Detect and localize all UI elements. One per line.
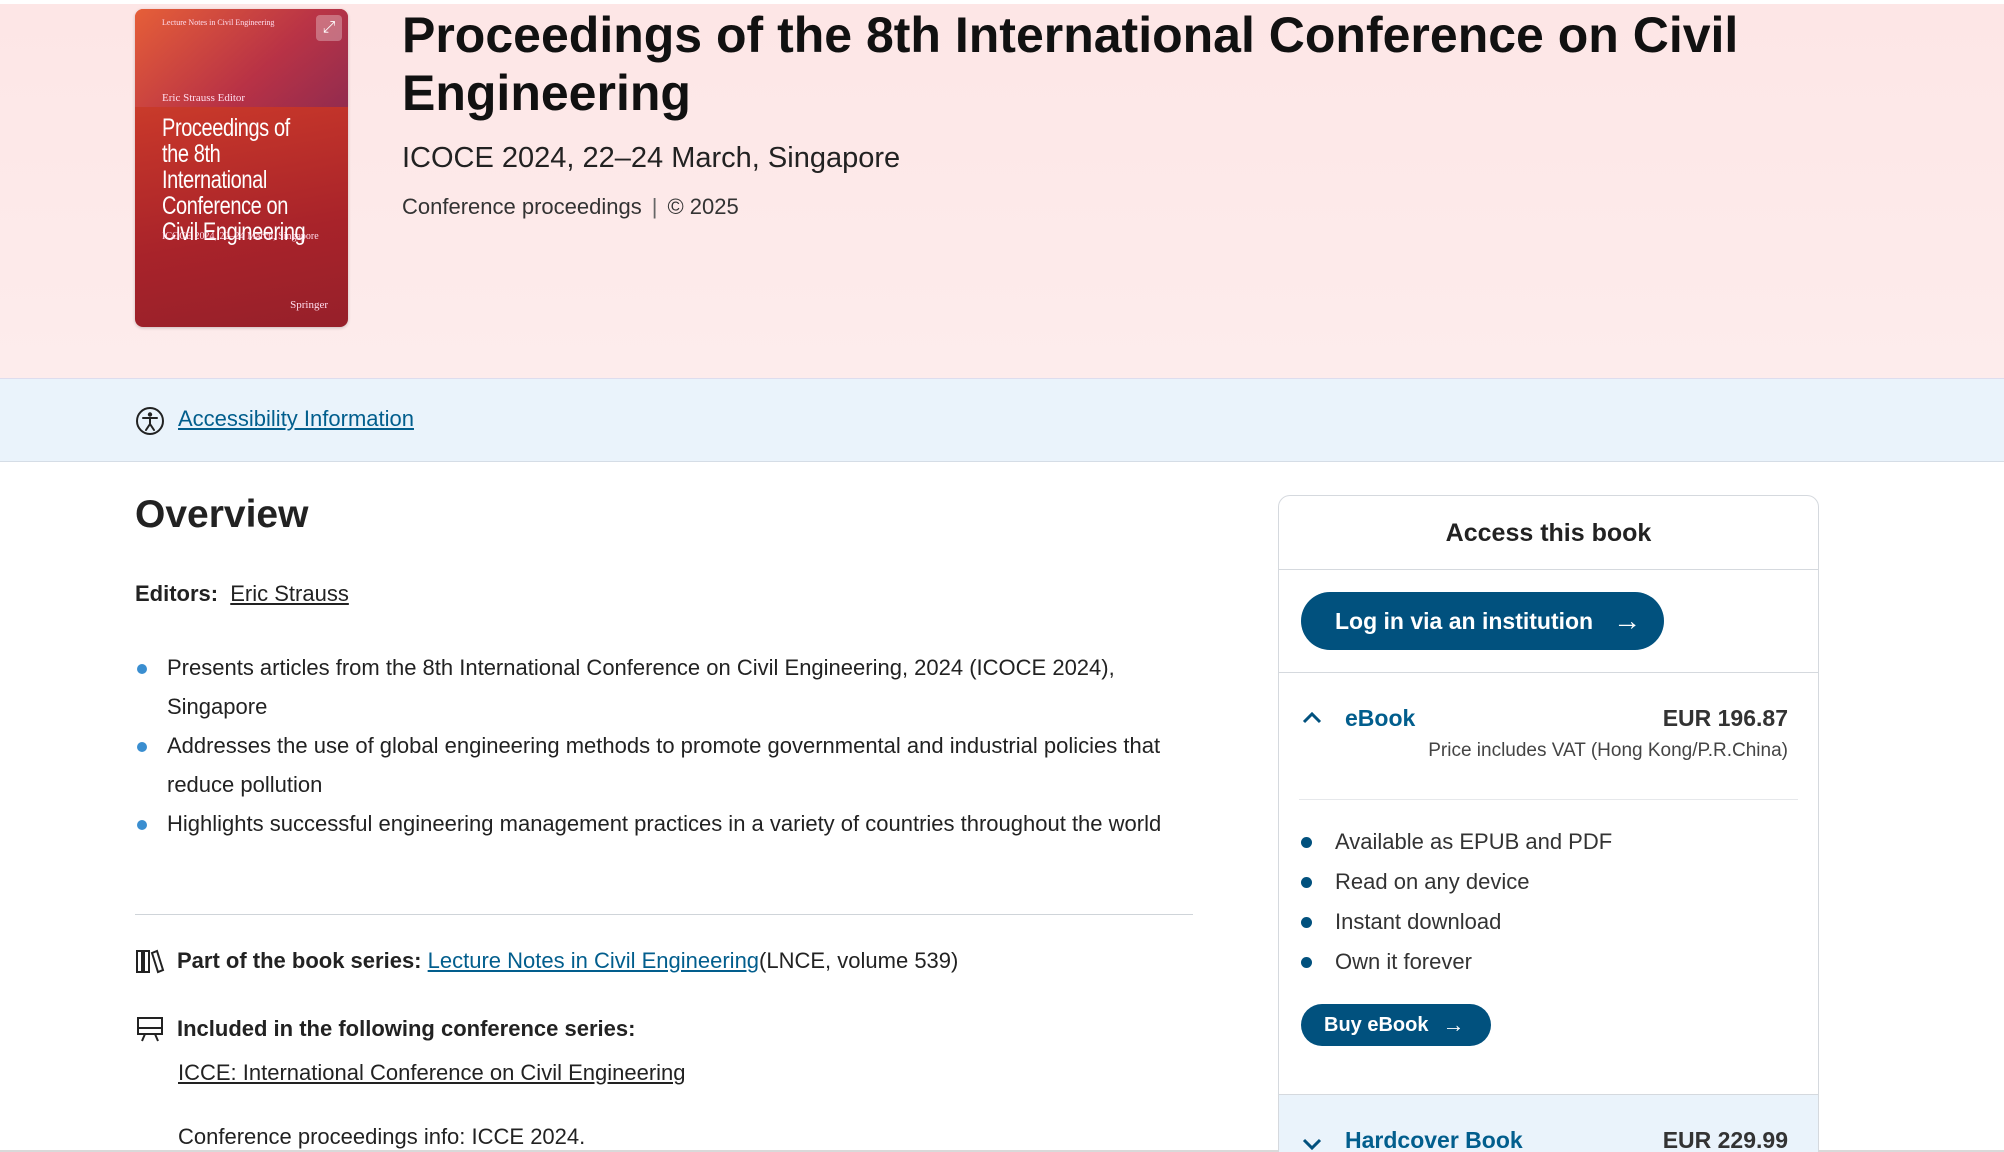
list-item: Instant download [1299, 902, 1798, 942]
book-subtitle: ICOCE 2024, 22–24 March, Singapore [402, 142, 901, 174]
hardcover-option[interactable]: Hardcover Book EUR 229.99 [1279, 1094, 1818, 1152]
books-icon [136, 949, 165, 974]
series-suffix: (LNCE, volume 539) [759, 948, 959, 973]
cover-title: Proceedings of the 8th International Con… [162, 114, 306, 246]
ebook-option[interactable]: eBook EUR 196.87 Price includes VAT (Hon… [1299, 673, 1798, 800]
book-hero: Lecture Notes in Civil Engineering Eric … [0, 0, 2004, 378]
overview-heading: Overview [135, 493, 309, 536]
presentation-icon [137, 1017, 163, 1042]
series-label: Part of the book series: [177, 948, 422, 973]
book-cover[interactable]: Lecture Notes in Civil Engineering Eric … [135, 9, 348, 327]
cover-publisher: Springer [290, 299, 328, 311]
key-features-list: Presents articles from the 8th Internati… [135, 648, 1195, 843]
copyright: © 2025 [667, 194, 739, 219]
chevron-up-icon [1302, 711, 1322, 724]
conference-series-link[interactable]: ICCE: International Conference on Civil … [178, 1060, 686, 1086]
access-panel: Access this book Log in via an instituti… [1278, 495, 1819, 1152]
conference-info: Conference proceedings info: ICCE 2024. [178, 1124, 586, 1149]
editors-line: Editors: Eric Strauss [135, 581, 349, 607]
book-series-row: Part of the book series: Lecture Notes i… [135, 947, 958, 975]
list-item: Read on any device [1299, 862, 1798, 902]
access-panel-heading: Access this book [1279, 496, 1818, 570]
buy-button-label: Buy eBook [1324, 1013, 1429, 1036]
conference-series-row: Included in the following conference ser… [135, 1015, 635, 1043]
hardcover-label: Hardcover Book [1345, 1127, 1523, 1152]
login-section: Log in via an institution → [1279, 570, 1818, 673]
ebook-features-list: Available as EPUB and PDF Read on any de… [1299, 822, 1798, 982]
book-meta: Conference proceedings | © 2025 [402, 194, 739, 220]
accessibility-bar: Accessibility Information [0, 378, 2004, 462]
arrow-right-icon: → [1442, 1012, 1465, 1037]
accessibility-info-link[interactable]: Accessibility Information [178, 406, 414, 432]
divider [135, 914, 1193, 915]
login-institution-button[interactable]: Log in via an institution → [1301, 592, 1664, 650]
content-type: Conference proceedings [402, 194, 642, 219]
cover-series: Lecture Notes in Civil Engineering [162, 18, 275, 27]
editor-link[interactable]: Eric Strauss [230, 581, 349, 606]
list-item: Available as EPUB and PDF [1299, 822, 1798, 862]
chevron-down-icon [1302, 1138, 1322, 1151]
list-item: Addresses the use of global engineering … [135, 726, 1195, 804]
ebook-label: eBook [1345, 705, 1416, 731]
buy-ebook-button[interactable]: Buy eBook → [1301, 1004, 1491, 1046]
meta-separator: | [651, 194, 658, 219]
series-link[interactable]: Lecture Notes in Civil Engineering [428, 948, 759, 974]
cover-editor: Eric Strauss Editor [162, 92, 246, 104]
list-item: Presents articles from the 8th Internati… [135, 648, 1195, 726]
ebook-price: EUR 196.87 [1662, 705, 1788, 731]
list-item: Own it forever [1299, 942, 1798, 982]
login-button-label: Log in via an institution [1335, 607, 1594, 634]
ebook-vat-note: Price includes VAT (Hong Kong/P.R.China) [1428, 740, 1788, 761]
list-item: Highlights successful engineering manage… [135, 804, 1195, 843]
arrow-right-icon: → [1613, 605, 1642, 636]
page-title: Proceedings of the 8th International Con… [402, 7, 1739, 121]
conference-series-label: Included in the following conference ser… [177, 1016, 636, 1041]
accessibility-icon [136, 407, 164, 435]
cover-subtitle: ICOCE 2024, 22–24 March, Singapore [162, 231, 319, 242]
editors-label: Editors: [135, 581, 219, 606]
hardcover-price: EUR 229.99 [1662, 1127, 1788, 1152]
expand-icon[interactable]: ⤢ [316, 15, 342, 41]
